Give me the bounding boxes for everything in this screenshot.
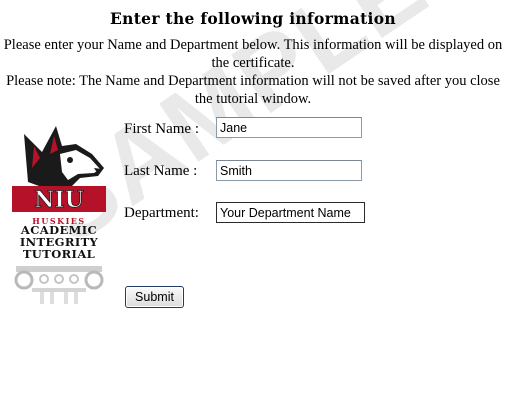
- first-name-label: First Name :: [124, 121, 199, 137]
- last-name-label: Last Name :: [124, 163, 198, 179]
- column-ornament-icon: [14, 266, 104, 304]
- department-label: Department:: [124, 205, 199, 221]
- first-name-input[interactable]: [216, 117, 362, 138]
- department-input[interactable]: [216, 202, 365, 223]
- husky-head-icon: NIU: [12, 126, 106, 213]
- instructions-text: Please enter your Name and Department be…: [3, 37, 503, 71]
- svg-text:NIU: NIU: [34, 187, 84, 213]
- note-text: Please note: The Name and Department inf…: [6, 73, 500, 107]
- last-name-input[interactable]: [216, 160, 362, 181]
- logo-line-tutorial: TUTORIAL: [22, 247, 96, 261]
- page-title: Enter the following information: [110, 9, 396, 28]
- submit-button[interactable]: Submit: [125, 286, 184, 308]
- niu-academic-integrity-logo: NIU HUSKIES ACADEMIC INTEGRITY TUTORIAL: [10, 124, 108, 309]
